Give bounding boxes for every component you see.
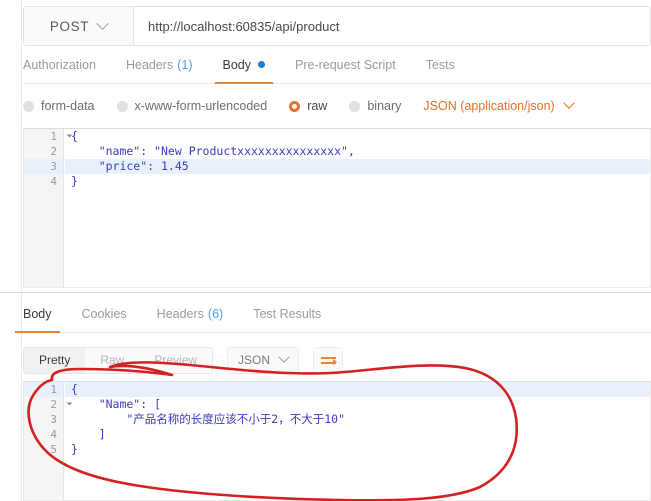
- response-tab-headers-label: Headers: [156, 306, 204, 321]
- tab-body[interactable]: Body: [214, 52, 273, 84]
- request-tab-bar: Authorization Headers (1) Body Pre-reque…: [23, 52, 651, 84]
- radio-unselected-icon: [349, 100, 361, 112]
- tab-authorization-label: Authorization: [23, 57, 96, 72]
- code-line: }: [71, 442, 78, 456]
- tab-pre-request-script-label: Pre-request Script: [295, 57, 396, 72]
- view-mode-preview[interactable]: Preview: [139, 348, 212, 373]
- response-tab-test-results-label: Test Results: [253, 306, 322, 321]
- response-view-toolbar: Pretty Raw Preview JSON: [23, 345, 651, 375]
- code-line: "产品名称的长度应该不小于2，不大于10": [71, 412, 346, 426]
- request-body-editor[interactable]: 1 2 3 4 { "name": "New Productxxxxxxxxxx…: [23, 128, 651, 288]
- tab-pre-request-script[interactable]: Pre-request Script: [295, 52, 396, 83]
- request-editor-gutter: 1 2 3 4: [24, 129, 73, 287]
- response-view-mode-group: Pretty Raw Preview: [23, 346, 214, 374]
- code-line: ]: [71, 427, 106, 441]
- response-format-dropdown[interactable]: JSON: [227, 346, 300, 374]
- line-number: 3: [24, 159, 63, 174]
- code-line: }: [71, 174, 78, 188]
- view-mode-pretty[interactable]: Pretty: [24, 347, 86, 373]
- radio-form-data-label: form-data: [41, 99, 95, 113]
- radio-binary[interactable]: binary: [349, 99, 401, 113]
- code-line: "Name": [: [71, 397, 162, 411]
- radio-binary-label: binary: [367, 99, 402, 113]
- response-tab-test-results[interactable]: Test Results: [253, 301, 321, 332]
- code-line: "name": "New Productxxxxxxxxxxxxxxx",: [71, 144, 355, 158]
- code-line: {: [71, 129, 78, 143]
- radio-selected-icon: [289, 100, 301, 112]
- tab-headers-count: (1): [177, 57, 193, 72]
- http-method-dropdown[interactable]: POST: [24, 7, 134, 45]
- view-mode-preview-label: Preview: [154, 353, 198, 367]
- line-number: 1: [24, 382, 73, 397]
- response-tab-bar: Body Cookies Headers (6) Test Results: [15, 301, 651, 333]
- tab-body-label: Body: [222, 57, 252, 72]
- content-type-dropdown[interactable]: JSON (application/json): [423, 97, 575, 113]
- body-type-radio-group: form-data x-www-form-urlencoded raw bina…: [23, 92, 651, 120]
- tab-authorization[interactable]: Authorization: [23, 52, 96, 83]
- code-line: {: [65, 382, 650, 397]
- response-section-divider: [0, 292, 651, 293]
- view-mode-pretty-label: Pretty: [39, 353, 71, 367]
- response-tab-headers-count: (6): [207, 306, 224, 321]
- line-number: 2: [24, 397, 73, 412]
- line-number: 5: [50, 443, 57, 456]
- content-type-label: JSON (application/json): [423, 99, 555, 113]
- word-wrap-toggle-button[interactable]: [313, 346, 344, 374]
- page-edge-divider: [21, 0, 22, 501]
- view-mode-raw-label: Raw: [100, 353, 125, 367]
- radio-raw[interactable]: raw: [289, 99, 327, 113]
- chevron-down-icon: [278, 351, 290, 363]
- line-number: 2: [50, 145, 57, 158]
- response-editor-code[interactable]: { "Name": [ "产品名称的长度应该不小于2，不大于10" ] }: [65, 382, 650, 500]
- postman-window: POST Authorization Headers (1) Body Pre-…: [0, 0, 651, 501]
- response-format-label: JSON: [238, 353, 271, 367]
- word-wrap-icon: [320, 358, 337, 365]
- response-tab-body-label: Body: [23, 306, 52, 321]
- radio-raw-label: raw: [307, 99, 328, 113]
- code-line: "price": 1.45: [65, 159, 650, 174]
- line-number: 4: [50, 175, 57, 188]
- tab-headers-label: Headers: [125, 57, 174, 72]
- radio-form-data[interactable]: form-data: [23, 99, 95, 113]
- line-number: 4: [50, 428, 57, 441]
- radio-x-www-form-urlencoded-label: x-www-form-urlencoded: [134, 99, 268, 113]
- tab-tests[interactable]: Tests: [426, 52, 455, 83]
- request-url-bar: POST: [23, 6, 651, 46]
- radio-unselected-icon: [116, 100, 128, 112]
- request-editor-code[interactable]: { "name": "New Productxxxxxxxxxxxxxxx", …: [65, 129, 650, 287]
- response-body-editor[interactable]: 1 2 3 4 5 { "Name": [ "产品名称的长度应该不小于2，不大于…: [23, 381, 651, 501]
- tab-headers[interactable]: Headers (1): [126, 52, 193, 83]
- radio-unselected-icon: [23, 100, 34, 112]
- chevron-down-icon: [96, 16, 109, 30]
- response-tab-cookies-label: Cookies: [81, 306, 127, 321]
- body-modified-dot-icon: [258, 61, 265, 68]
- tab-tests-label: Tests: [425, 57, 455, 72]
- line-number: 1: [24, 129, 73, 144]
- response-editor-gutter: 1 2 3 4 5: [24, 382, 73, 500]
- response-tab-cookies[interactable]: Cookies: [82, 301, 127, 332]
- request-url-input[interactable]: [134, 7, 650, 45]
- chevron-down-icon: [563, 97, 575, 109]
- http-method-label: POST: [49, 18, 90, 34]
- response-tab-body[interactable]: Body: [15, 301, 59, 333]
- radio-x-www-form-urlencoded[interactable]: x-www-form-urlencoded: [116, 99, 268, 113]
- view-mode-raw[interactable]: Raw: [85, 348, 139, 373]
- response-tab-headers[interactable]: Headers (6): [157, 301, 224, 332]
- line-number: 3: [50, 413, 57, 426]
